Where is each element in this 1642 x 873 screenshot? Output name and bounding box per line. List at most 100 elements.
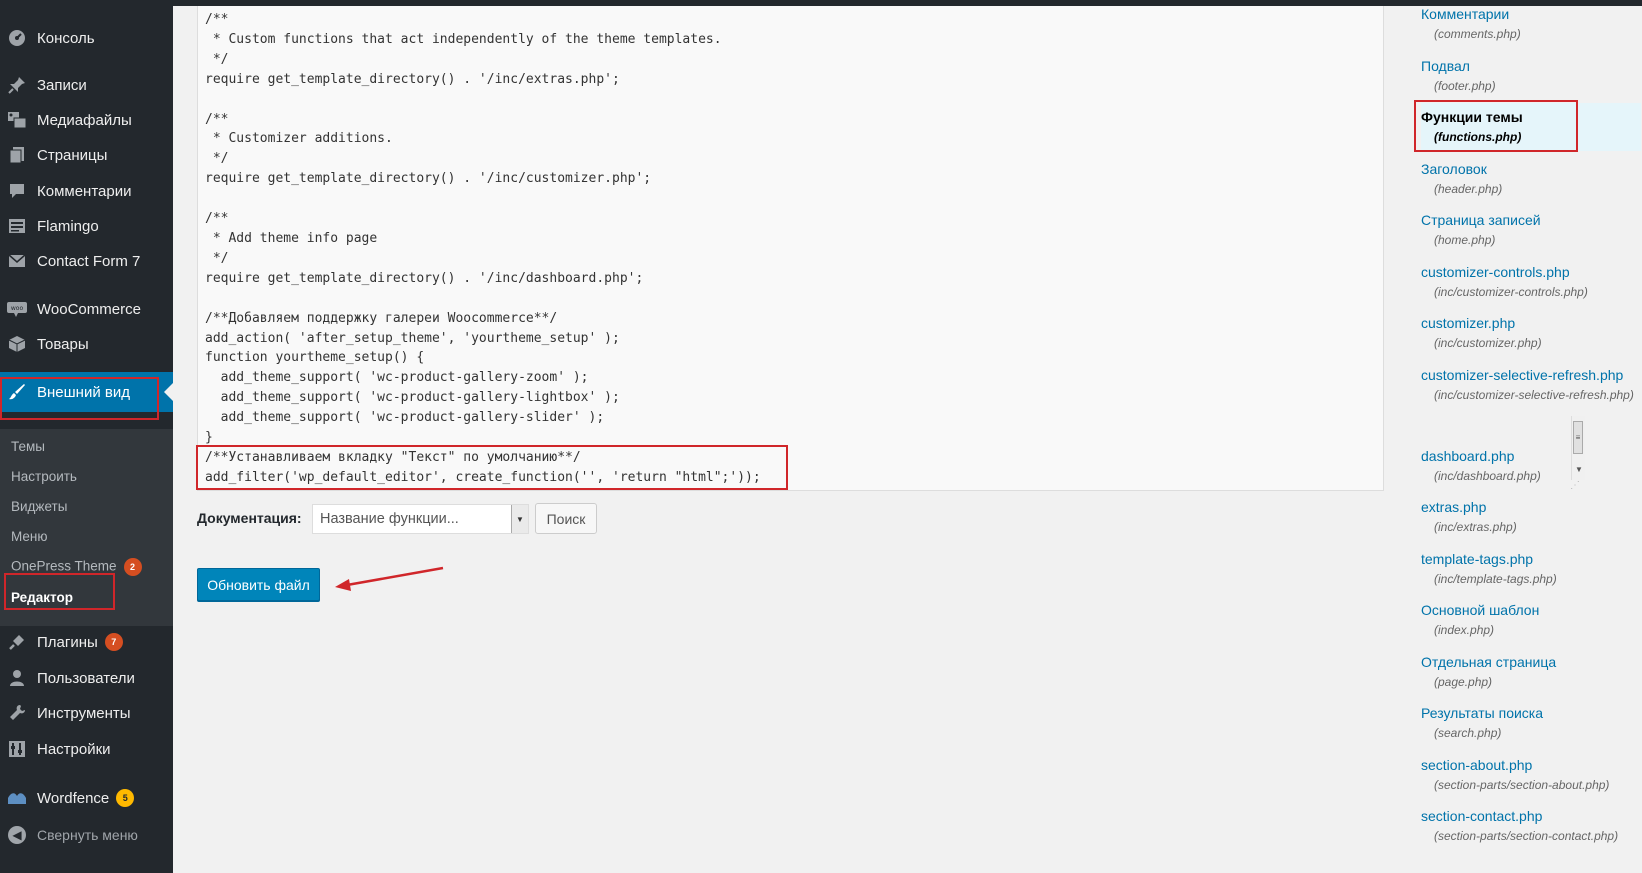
box-icon [7, 334, 27, 354]
appearance-submenu: Темы Настроить Виджеты Меню OnePress The… [0, 429, 173, 626]
file-path: (index.php) [1434, 623, 1495, 637]
file-item[interactable]: section-about.php (section-parts/section-… [1421, 755, 1641, 795]
file-item[interactable]: template-tags.php (inc/template-tags.php) [1421, 549, 1641, 589]
file-name-link[interactable]: customizer-selective-refresh.php [1421, 365, 1641, 385]
file-name-link[interactable]: customizer.php [1421, 313, 1641, 333]
menu-item-tools[interactable]: Инструменты [0, 695, 173, 731]
file-path: (inc/dashboard.php) [1434, 469, 1541, 483]
file-item[interactable]: Основной шаблон (index.php) [1421, 600, 1641, 640]
file-path: (functions.php) [1434, 130, 1522, 144]
file-item[interactable]: Заголовок (header.php) [1421, 159, 1641, 199]
menu-item-contact-form-7[interactable]: Contact Form 7 [0, 243, 173, 279]
file-path: (footer.php) [1434, 79, 1496, 93]
dashboard-icon [7, 28, 27, 48]
menu-label: Свернуть меню [37, 827, 138, 843]
collapse-icon: ◀ [7, 825, 27, 845]
function-name-select[interactable]: Название функции... ▼ [312, 504, 529, 534]
menu-label: Записи [37, 76, 87, 94]
menu-item-wordfence[interactable]: Wordfence 5 [0, 780, 173, 816]
file-item[interactable]: customizer.php (inc/customizer.php) [1421, 313, 1641, 353]
menu-label: WooCommerce [37, 300, 141, 318]
file-name-link[interactable]: Результаты поиска [1421, 703, 1641, 723]
file-name-link[interactable]: Подвал [1421, 56, 1641, 76]
pin-icon [7, 75, 27, 95]
file-name-link[interactable]: Комментарии [1421, 4, 1641, 24]
file-item[interactable]: Отдельная страница (page.php) [1421, 652, 1641, 692]
file-name-link[interactable]: Отдельная страница [1421, 652, 1641, 672]
file-name-link[interactable]: section-contact.php [1421, 806, 1641, 826]
submenu-label: OnePress Theme [11, 558, 117, 574]
file-name-link[interactable]: Страница записей [1421, 210, 1641, 230]
file-path: (inc/template-tags.php) [1434, 572, 1557, 586]
active-indicator [164, 383, 173, 401]
menu-label: Товары [37, 335, 89, 353]
menu-item-comments[interactable]: Комментарии [0, 173, 173, 209]
file-item[interactable]: Результаты поиска (search.php) [1421, 703, 1641, 743]
submenu-onepress-theme[interactable]: OnePress Theme 2 [11, 558, 142, 576]
code-editor[interactable]: /** * Custom functions that act independ… [197, 6, 1585, 491]
mail-icon [7, 251, 27, 271]
admin-sidebar: Консоль Записи Медиафайлы Страницы Комме… [0, 0, 173, 873]
file-name-link[interactable]: dashboard.php [1421, 446, 1641, 466]
menu-item-console[interactable]: Консоль [0, 20, 173, 56]
list-icon [7, 216, 27, 236]
file-path: (search.php) [1434, 726, 1502, 740]
file-item[interactable]: Страница записей (home.php) [1421, 210, 1641, 250]
submenu-menus[interactable]: Меню [11, 529, 48, 544]
menu-item-posts[interactable]: Записи [0, 67, 173, 103]
file-path: (header.php) [1434, 182, 1503, 196]
menu-item-appearance[interactable]: Внешний вид [0, 372, 173, 412]
file-item[interactable]: Комментарии (comments.php) [1421, 4, 1641, 44]
file-item[interactable]: customizer-selective-refresh.php (inc/cus… [1421, 365, 1641, 405]
menu-label: Инструменты [37, 704, 131, 722]
submenu-editor[interactable]: Редактор [11, 590, 73, 605]
menu-item-plugins[interactable]: Плагины 7 [0, 624, 173, 660]
settings-icon [7, 739, 27, 759]
file-name-link[interactable]: customizer-controls.php [1421, 262, 1641, 282]
menu-item-products[interactable]: Товары [0, 326, 173, 362]
submenu-themes[interactable]: Темы [11, 439, 45, 454]
menu-item-users[interactable]: Пользователи [0, 660, 173, 696]
menu-item-flamingo[interactable]: Flamingo [0, 208, 173, 244]
svg-text:woo: woo [11, 305, 24, 312]
file-path: (inc/customizer-selective-refresh.php) [1434, 388, 1634, 402]
file-name-link[interactable]: extras.php [1421, 497, 1641, 517]
menu-label: Страницы [37, 146, 108, 164]
menu-item-pages[interactable]: Страницы [0, 137, 173, 173]
file-name-link[interactable]: template-tags.php [1421, 549, 1641, 569]
file-path: (inc/customizer-controls.php) [1434, 285, 1588, 299]
file-item[interactable]: section-contact.php (section-parts/sectio… [1421, 806, 1641, 846]
file-path: (inc/extras.php) [1434, 520, 1517, 534]
menu-label: Настройки [37, 740, 111, 758]
file-path: (section-parts/section-about.php) [1434, 778, 1610, 792]
select-value: Название функции... [320, 511, 459, 527]
menu-label: Медиафайлы [37, 111, 132, 129]
menu-item-settings[interactable]: Настройки [0, 731, 173, 767]
file-item[interactable]: Подвал (footer.php) [1421, 56, 1641, 96]
menu-label: Пользователи [37, 669, 135, 687]
file-name-link[interactable]: Основной шаблон [1421, 600, 1641, 620]
menu-item-media[interactable]: Медиафайлы [0, 102, 173, 138]
file-item[interactable]: dashboard.php (inc/dashboard.php) [1421, 446, 1641, 486]
chevron-down-icon: ▼ [511, 505, 528, 533]
user-icon [7, 668, 27, 688]
collapse-menu-button[interactable]: ◀ Свернуть меню [0, 817, 173, 853]
file-name-link[interactable]: Заголовок [1421, 159, 1641, 179]
comment-icon [7, 181, 27, 201]
submenu-customize[interactable]: Настроить [11, 469, 77, 484]
menu-label: Contact Form 7 [37, 252, 141, 270]
file-path: (home.php) [1434, 233, 1496, 247]
code-content[interactable]: /** * Custom functions that act independ… [205, 10, 761, 488]
file-item[interactable]: Функции темы (functions.php) [1421, 103, 1641, 151]
file-name-link[interactable]: section-about.php [1421, 755, 1641, 775]
menu-item-woocommerce[interactable]: woo WooCommerce [0, 291, 173, 327]
file-item[interactable]: customizer-controls.php (inc/customizer-c… [1421, 262, 1641, 302]
notification-badge: 5 [116, 789, 135, 807]
documentation-label: Документация: [197, 510, 302, 526]
file-name-link[interactable]: Функции темы [1421, 107, 1641, 127]
update-file-button[interactable]: Обновить файл [197, 568, 320, 601]
wordfence-icon [7, 788, 27, 808]
file-item[interactable]: extras.php (inc/extras.php) [1421, 497, 1641, 537]
submenu-widgets[interactable]: Виджеты [11, 499, 67, 514]
search-button[interactable]: Поиск [535, 503, 597, 534]
